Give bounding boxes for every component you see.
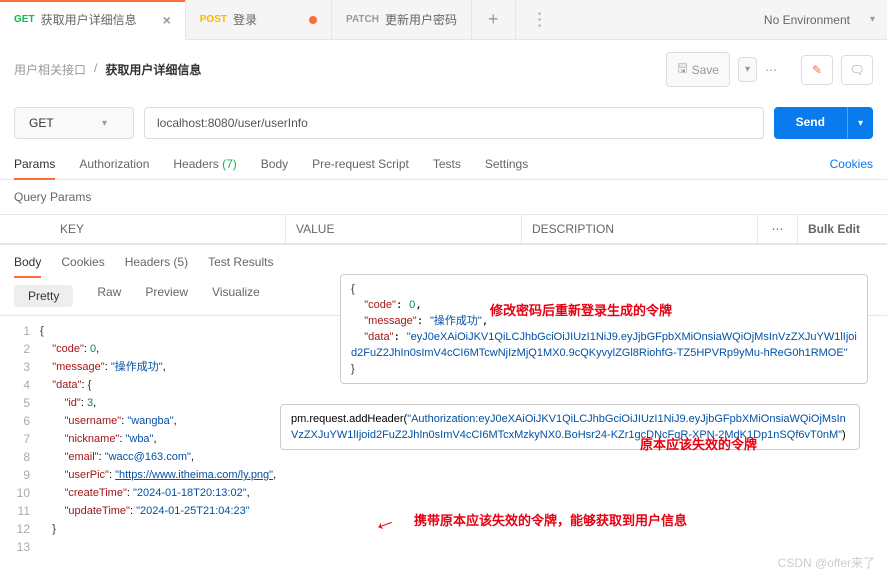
request-row: GET▾ localhost:8080/user/userInfo Send ▾ bbox=[0, 99, 887, 147]
view-raw[interactable]: Raw bbox=[97, 285, 121, 307]
method-badge: PATCH bbox=[346, 14, 379, 25]
tab-tests[interactable]: Tests bbox=[433, 157, 461, 179]
more-actions[interactable]: ⋯ bbox=[765, 63, 777, 77]
tab-params[interactable]: Params bbox=[14, 157, 55, 179]
tab-settings[interactable]: Settings bbox=[485, 157, 528, 179]
watermark: CSDN @offer来了 bbox=[778, 554, 875, 571]
resp-tab-tests[interactable]: Test Results bbox=[208, 255, 273, 277]
tab-body[interactable]: Body bbox=[261, 157, 288, 179]
pencil-icon: ✎ bbox=[812, 63, 822, 77]
request-tabs: Params Authorization Headers (7) Body Pr… bbox=[0, 147, 887, 180]
request-header: 用户相关接口/ 获取用户详细信息 🖫 Save ▾ ⋯ ✎ 🗨 bbox=[0, 40, 887, 99]
method-select[interactable]: GET▾ bbox=[14, 107, 134, 139]
save-dropdown[interactable]: ▾ bbox=[738, 57, 757, 82]
breadcrumb: 用户相关接口/ 获取用户详细信息 bbox=[14, 61, 201, 78]
add-tab[interactable]: + bbox=[472, 0, 516, 40]
view-preview[interactable]: Preview bbox=[145, 285, 188, 307]
resp-tab-cookies[interactable]: Cookies bbox=[61, 255, 104, 277]
chevron-down-icon: ▾ bbox=[870, 14, 875, 25]
tab-prereq[interactable]: Pre-request Script bbox=[312, 157, 409, 179]
bulk-edit[interactable]: Bulk Edit bbox=[797, 215, 887, 243]
resp-tab-headers[interactable]: Headers (5) bbox=[125, 255, 188, 277]
top-tabs: GET 获取用户详细信息 × POST 登录 PATCH 更新用户密码 + ⋯ … bbox=[0, 0, 887, 40]
more-icon: ⋯ bbox=[528, 11, 549, 29]
overlay-token-old: pm.request.addHeader("Authorization:eyJ0… bbox=[280, 404, 860, 450]
tab-get-userinfo[interactable]: GET 获取用户详细信息 × bbox=[0, 0, 186, 40]
comment-button[interactable]: 🗨 bbox=[841, 55, 873, 85]
json-code[interactable]: { "code": 0, "message": "操作成功", "data": … bbox=[40, 322, 276, 556]
url-input[interactable]: localhost:8080/user/userInfo bbox=[144, 107, 764, 139]
save-button[interactable]: 🖫 Save bbox=[666, 52, 730, 87]
send-button[interactable]: Send bbox=[774, 107, 847, 139]
view-visualize[interactable]: Visualize bbox=[212, 285, 260, 307]
query-params-title: Query Params bbox=[0, 180, 887, 214]
annotation-3: 携带原本应该失效的令牌，能够获取到用户信息 bbox=[414, 510, 687, 529]
more-icon[interactable]: ⋯ bbox=[757, 215, 797, 243]
cookies-link[interactable]: Cookies bbox=[830, 157, 873, 179]
save-icon: 🖫 bbox=[677, 59, 687, 80]
response-tabs: Body Cookies Headers (5) Test Results bbox=[0, 244, 887, 277]
comment-icon: 🗨 bbox=[849, 63, 864, 77]
unsaved-dot bbox=[309, 16, 317, 24]
method-badge: GET bbox=[14, 14, 35, 25]
params-table-header: KEY VALUE DESCRIPTION ⋯ Bulk Edit bbox=[0, 214, 887, 244]
tab-headers[interactable]: Headers (7) bbox=[173, 157, 236, 179]
tab-patch-password[interactable]: PATCH 更新用户密码 bbox=[332, 0, 472, 40]
tab-auth[interactable]: Authorization bbox=[79, 157, 149, 179]
method-badge: POST bbox=[200, 14, 227, 25]
overlay-token-new: { "code": 0, "message": "操作成功", "data": … bbox=[340, 274, 868, 384]
tab-post-login[interactable]: POST 登录 bbox=[186, 0, 332, 40]
resp-tab-body[interactable]: Body bbox=[14, 255, 41, 277]
tab-overflow[interactable]: ⋯ bbox=[516, 9, 562, 30]
view-pretty[interactable]: Pretty bbox=[14, 285, 73, 307]
send-dropdown[interactable]: ▾ bbox=[847, 107, 873, 139]
environment-select[interactable]: No Environment ▾ bbox=[752, 13, 887, 27]
close-icon[interactable]: × bbox=[163, 12, 171, 28]
plus-icon: + bbox=[488, 9, 499, 30]
edit-button[interactable]: ✎ bbox=[801, 55, 833, 85]
annotation-2: 原本应该失效的令牌 bbox=[640, 434, 757, 453]
line-gutter: 123 456 789 101112 13 bbox=[0, 322, 40, 556]
annotation-1: 修改密码后重新登录生成的令牌 bbox=[490, 300, 672, 319]
